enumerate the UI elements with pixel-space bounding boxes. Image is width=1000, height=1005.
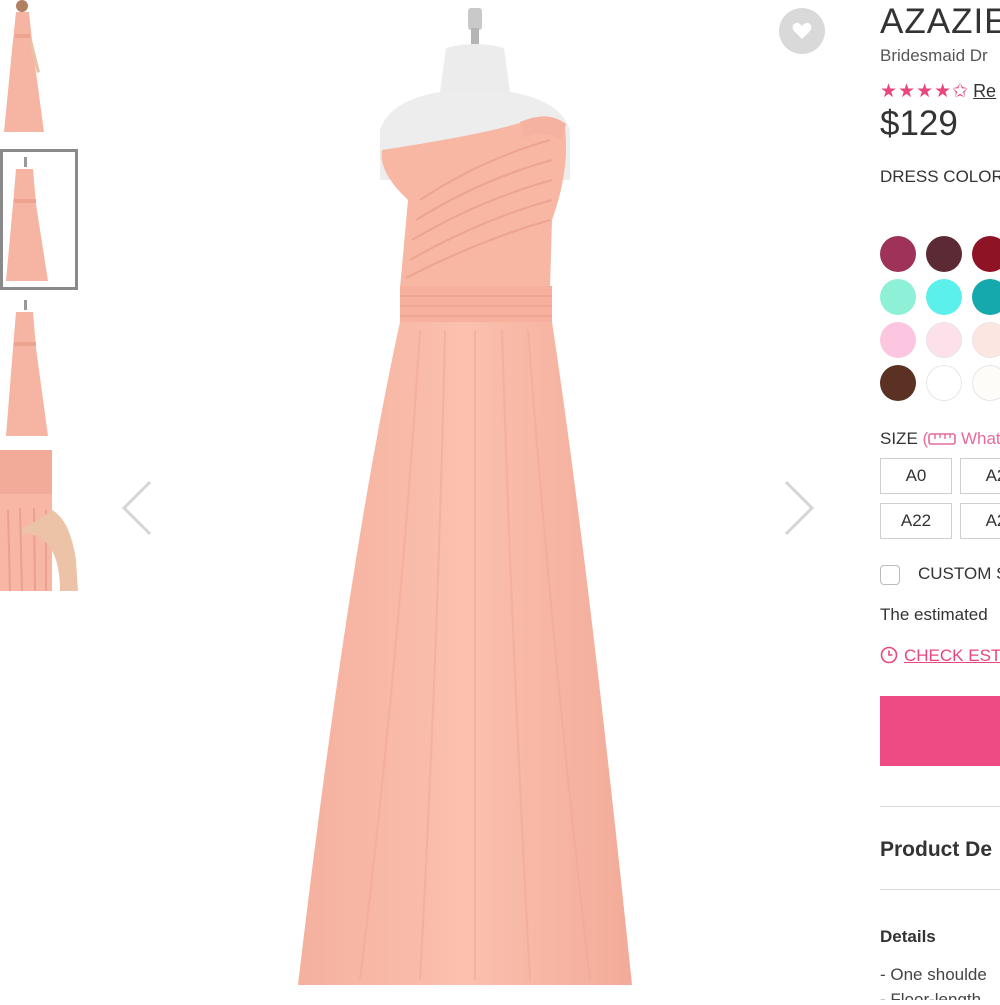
custom-size-label: CUSTOM S — [918, 564, 1000, 583]
estimated-delivery-text: The estimated — [880, 605, 988, 624]
ruler-icon — [928, 433, 957, 445]
dress-color-label: DRESS COLOR — [880, 167, 1000, 186]
product-info-panel: AZAZIE Bridesmaid Dr ★★★★✩ Re $129 DRESS … — [880, 0, 1000, 1000]
size-guide-label: What — [960, 429, 1000, 448]
details-heading: Details — [880, 927, 936, 946]
color-swatch[interactable] — [880, 279, 916, 315]
color-swatch[interactable] — [926, 365, 962, 401]
previous-image-arrow[interactable] — [118, 478, 154, 538]
size-option-label: A0 — [905, 466, 927, 485]
clock-icon — [880, 646, 898, 664]
thumbnail-back[interactable] — [0, 298, 78, 439]
heart-icon — [792, 22, 812, 39]
main-product-image — [270, 0, 670, 1000]
size-option-label: A2 — [985, 511, 1000, 530]
add-to-bag-button[interactable] — [880, 696, 1000, 766]
color-swatch[interactable] — [926, 236, 962, 272]
color-swatch[interactable] — [926, 279, 962, 315]
chevron-left-icon — [121, 480, 152, 536]
brand-name: AZAZIE — [880, 2, 1000, 41]
thumbnail-detail[interactable] — [0, 450, 78, 591]
size-guide-link[interactable]: ( What — [923, 429, 1000, 448]
product-subtitle: Bridesmaid Dr — [880, 46, 988, 65]
divider — [880, 806, 1000, 807]
size-label-text: SIZE — [880, 429, 918, 448]
check-estimate-link[interactable]: CHECK ESTI — [880, 646, 1000, 666]
size-option[interactable]: A0 — [880, 458, 952, 494]
color-swatch[interactable] — [972, 236, 1000, 272]
chevron-right-icon — [784, 480, 815, 536]
size-option[interactable]: A22 — [880, 503, 952, 539]
detail-line: - One shoulde — [880, 965, 987, 984]
color-swatch[interactable] — [972, 279, 1000, 315]
product-details-heading[interactable]: Product De — [880, 838, 992, 862]
color-swatch[interactable] — [880, 365, 916, 401]
size-label: SIZE ( What — [880, 429, 1000, 449]
detail-line: - Floor-length — [880, 990, 982, 1000]
thumbnail-front[interactable] — [0, 0, 78, 138]
color-swatch[interactable] — [926, 322, 962, 358]
size-option-label: A2 — [985, 466, 1000, 485]
color-swatch[interactable] — [972, 365, 1000, 401]
wishlist-button[interactable] — [779, 8, 825, 54]
next-image-arrow[interactable] — [782, 478, 818, 538]
color-swatch[interactable] — [880, 322, 916, 358]
custom-size-checkbox[interactable] — [880, 565, 900, 585]
check-estimate-label: CHECK ESTI — [904, 646, 1000, 665]
size-option[interactable]: A2 — [960, 503, 1000, 539]
color-swatch[interactable] — [880, 236, 916, 272]
product-price: $129 — [880, 104, 958, 143]
reviews-link[interactable]: Re — [973, 81, 996, 101]
size-option[interactable]: A2 — [960, 458, 1000, 494]
star-rating-icons: ★★★★✩ — [880, 81, 970, 102]
divider — [880, 889, 1000, 890]
size-option-label: A22 — [900, 511, 932, 530]
rating-stars: ★★★★✩ Re — [880, 80, 996, 103]
thumbnail-mannequin[interactable] — [0, 149, 78, 290]
color-swatch[interactable] — [972, 322, 1000, 358]
